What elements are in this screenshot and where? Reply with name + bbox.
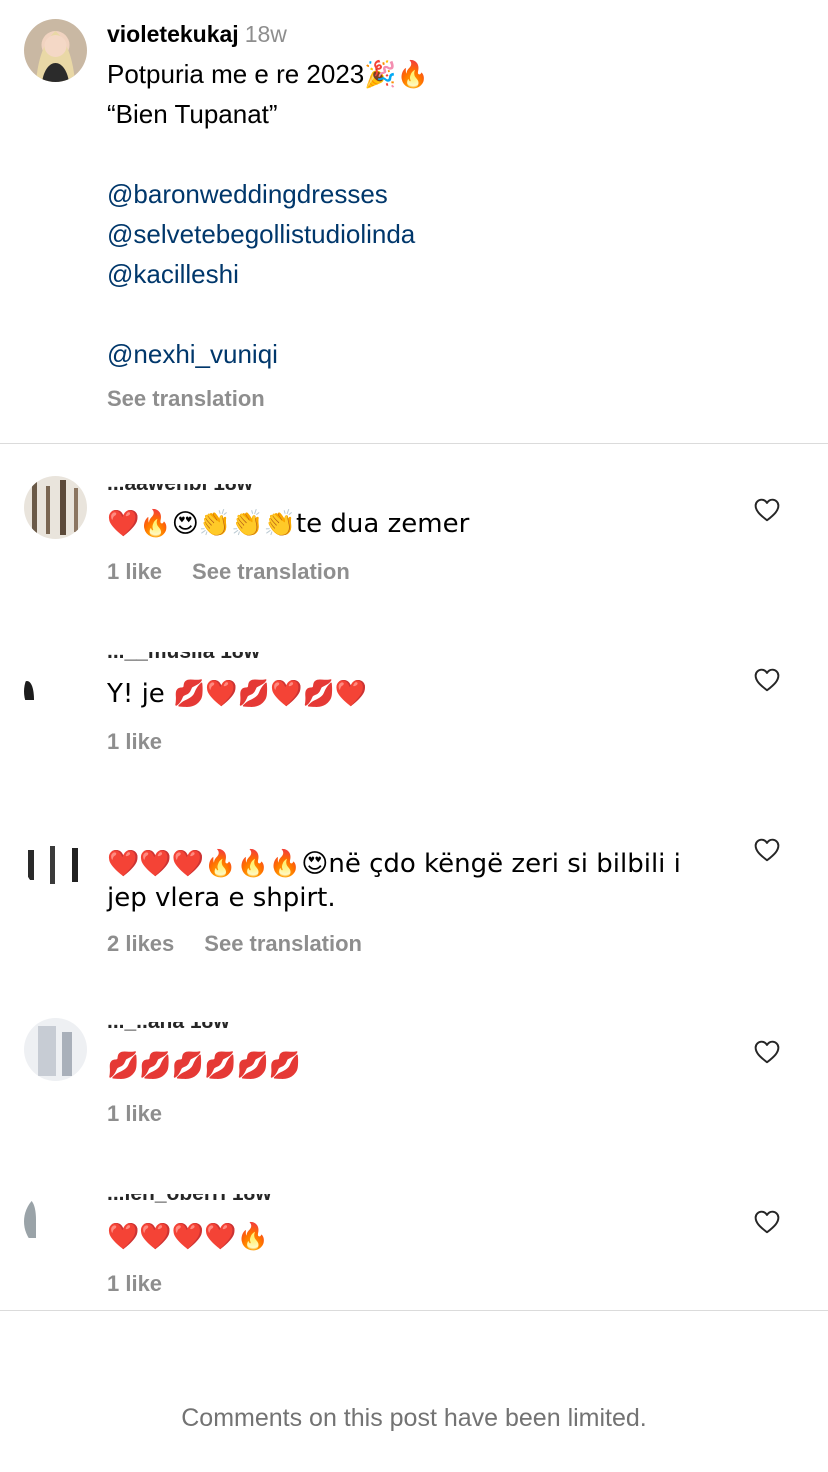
caption-divider bbox=[0, 443, 828, 444]
caption-username-text[interactable]: violetekukaj bbox=[107, 21, 239, 47]
comment-body: ❤️❤️❤️❤️🔥 bbox=[107, 1222, 269, 1252]
comment-username-text[interactable]: ...aawenbi 18w bbox=[107, 484, 253, 498]
caption-line bbox=[107, 134, 747, 174]
comment-username[interactable]: ...aawenbi 18w bbox=[107, 484, 253, 498]
caption-line: Potpuria me e re 2023🎉🔥 bbox=[107, 59, 430, 89]
comments-end-divider bbox=[0, 1310, 828, 1311]
mention-link[interactable]: @selvetebegollistudiolinda bbox=[107, 214, 747, 254]
mention-link[interactable]: @nexhi_vuniqi bbox=[107, 334, 747, 374]
comment-avatar[interactable] bbox=[24, 1018, 87, 1081]
comment-see-translation-button[interactable]: See translation bbox=[204, 931, 362, 956]
comment-avatar[interactable] bbox=[24, 1190, 87, 1253]
comment-likes[interactable]: 1 like bbox=[107, 1271, 162, 1296]
mention-link[interactable]: @kacilleshi bbox=[107, 254, 747, 294]
caption-time: 18w bbox=[244, 21, 287, 47]
heart-outline-icon[interactable] bbox=[754, 838, 780, 862]
comment-username-text[interactable]: ..._..ana 18w bbox=[107, 1022, 230, 1036]
caption-username[interactable]: violetekukaj 18w bbox=[107, 20, 287, 48]
comment-text: Y! je 💋❤️💋❤️💋❤️ bbox=[107, 677, 727, 711]
comment-username[interactable]: ...ien_oberri 18w bbox=[107, 1194, 272, 1208]
comments-limited-notice: Comments on this post have been limited. bbox=[181, 1404, 647, 1432]
comment-text: 💋💋💋💋💋💋 bbox=[107, 1049, 727, 1083]
caption-text: Potpuria me e re 2023🎉🔥 “Bien Tupanat” @… bbox=[107, 54, 747, 374]
comment-body: Y! je 💋❤️💋❤️💋❤️ bbox=[107, 679, 368, 709]
comment-username[interactable]: ..._..ana 18w bbox=[107, 1022, 230, 1036]
comment-text: ❤️❤️❤️🔥🔥🔥😍në çdo këngë zeri si bilbili i… bbox=[107, 847, 727, 915]
comment-username[interactable]: ...__musiia 18w bbox=[107, 652, 260, 666]
comment-likes[interactable]: 1 like bbox=[107, 729, 162, 754]
comment-body: 💋💋💋💋💋💋 bbox=[107, 1051, 302, 1081]
caption-line: “Bien Tupanat” bbox=[107, 99, 278, 129]
heart-outline-icon[interactable] bbox=[754, 1210, 780, 1234]
heart-outline-icon[interactable] bbox=[754, 1040, 780, 1064]
comment-username-text[interactable]: ...ien_oberri 18w bbox=[107, 1194, 272, 1208]
comment-avatar[interactable] bbox=[24, 830, 87, 893]
comment-meta: 1 like bbox=[107, 1101, 162, 1127]
comment-text: ❤️❤️❤️❤️🔥 bbox=[107, 1220, 727, 1254]
caption-avatar[interactable] bbox=[24, 19, 87, 82]
comment-see-translation-button[interactable]: See translation bbox=[192, 559, 350, 584]
comment-meta: 1 like See translation bbox=[107, 559, 350, 585]
comment-meta: 1 like bbox=[107, 1271, 162, 1297]
comment-meta: 1 like bbox=[107, 729, 162, 755]
comment-avatar[interactable] bbox=[24, 660, 87, 723]
comment-meta: 2 likes See translation bbox=[107, 931, 362, 957]
heart-outline-icon[interactable] bbox=[754, 668, 780, 692]
comment-username-text[interactable]: ...__musiia 18w bbox=[107, 652, 260, 666]
comment-body: ❤️❤️❤️🔥🔥🔥😍në çdo këngë zeri si bilbili i… bbox=[107, 849, 681, 913]
comment-text: ❤️🔥😍👏👏👏te dua zemer bbox=[107, 507, 727, 541]
comment-body: ❤️🔥😍👏👏👏te dua zemer bbox=[107, 509, 470, 539]
comment-avatar[interactable] bbox=[24, 476, 87, 539]
caption-line bbox=[107, 294, 747, 334]
comment-likes[interactable]: 2 likes bbox=[107, 931, 174, 956]
comment-likes[interactable]: 1 like bbox=[107, 1101, 162, 1126]
comment-likes[interactable]: 1 like bbox=[107, 559, 162, 584]
heart-outline-icon[interactable] bbox=[754, 498, 780, 522]
mention-link[interactable]: @baronweddingdresses bbox=[107, 174, 747, 214]
caption-see-translation-button[interactable]: See translation bbox=[107, 386, 265, 412]
